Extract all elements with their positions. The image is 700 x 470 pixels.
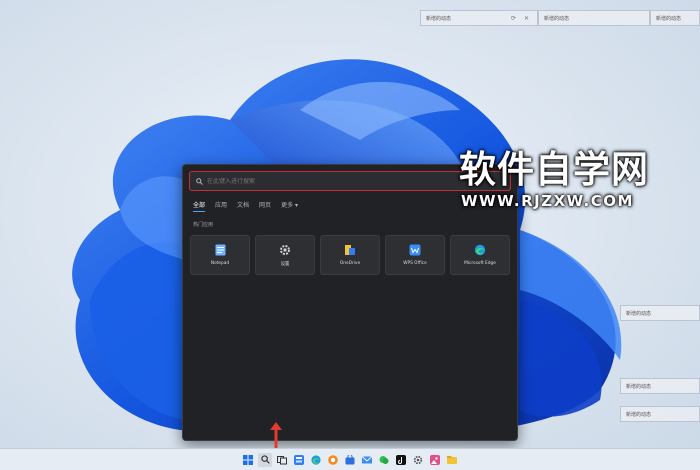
widget-card-side-1[interactable]: 新增的动态 bbox=[620, 305, 700, 321]
store-icon[interactable] bbox=[343, 453, 357, 467]
app-tile-wps-office[interactable]: WPS Office bbox=[385, 235, 445, 275]
chat-icon[interactable] bbox=[377, 453, 391, 467]
tab-apps[interactable]: 应用 bbox=[215, 200, 227, 212]
taskbar bbox=[0, 448, 700, 470]
widget-tools-icon[interactable]: ⟳ ✕ bbox=[511, 15, 532, 22]
search-icon bbox=[196, 177, 203, 185]
notepad-icon bbox=[214, 244, 226, 256]
tab-web[interactable]: 网页 bbox=[259, 200, 271, 212]
tiktok-icon[interactable] bbox=[394, 453, 408, 467]
widget-card-2[interactable]: 新增的动态 bbox=[538, 10, 650, 26]
watermark-title: 软件自学网 bbox=[459, 148, 649, 191]
onedrive-icon bbox=[344, 244, 356, 256]
widgets-icon[interactable] bbox=[292, 453, 306, 467]
app-label: OneDrive bbox=[339, 261, 361, 266]
app-label: 设置 bbox=[280, 261, 290, 267]
search-icon[interactable] bbox=[258, 452, 272, 467]
edge-icon bbox=[474, 244, 486, 256]
widget-label: 新增的动态 bbox=[626, 411, 652, 418]
widget-label: 新增的动态 bbox=[544, 15, 570, 22]
widget-card-side-3[interactable]: 新增的动态 bbox=[620, 406, 700, 422]
widget-card-side-2[interactable]: 新增的动态 bbox=[620, 378, 700, 394]
widget-card-1[interactable]: 新增的动态 ⟳ ✕ bbox=[420, 10, 538, 26]
app-label: Microsoft Edge bbox=[464, 261, 496, 266]
widget-label: 新增的动态 bbox=[626, 383, 652, 390]
task-view-icon[interactable] bbox=[275, 453, 289, 467]
mail-icon[interactable] bbox=[360, 453, 374, 467]
search-input[interactable] bbox=[207, 177, 487, 185]
app-tile-notepad[interactable]: Notepad bbox=[190, 235, 250, 275]
windows-start-icon[interactable] bbox=[241, 453, 255, 467]
watermark-url: WWW.RJZXW.COM bbox=[461, 192, 634, 210]
tab-more[interactable]: 更多 ▾ bbox=[281, 200, 298, 212]
widget-label: 新增的动态 bbox=[626, 310, 652, 317]
settings-icon[interactable] bbox=[411, 453, 425, 467]
photos-icon[interactable] bbox=[428, 453, 442, 467]
files-icon[interactable] bbox=[445, 453, 459, 467]
tab-documents[interactable]: 文档 bbox=[237, 200, 249, 212]
app-label: Notepad bbox=[210, 261, 230, 266]
edge-icon[interactable] bbox=[309, 453, 323, 467]
app-tile-settings[interactable]: 设置 bbox=[255, 235, 315, 275]
widget-card-3[interactable]: 新增的动态 bbox=[650, 10, 700, 26]
section-title: 热门应用 bbox=[193, 222, 214, 228]
browser-icon[interactable] bbox=[326, 453, 340, 467]
tab-all[interactable]: 全部 bbox=[193, 200, 206, 212]
settings-gear-icon bbox=[279, 244, 291, 256]
app-tile-onedrive[interactable]: OneDrive bbox=[320, 235, 380, 275]
app-label: WPS Office bbox=[403, 261, 427, 266]
widget-label: 新增的动态 bbox=[656, 15, 682, 22]
wps-office-icon bbox=[409, 244, 421, 256]
app-tile-edge[interactable]: Microsoft Edge bbox=[450, 235, 510, 275]
widget-label: 新增的动态 bbox=[426, 15, 452, 22]
app-grid: Notepad 设置 OneDrive WPS Office Microsoft… bbox=[190, 235, 510, 275]
search-tabs: 全部 应用 文档 网页 更多 ▾ bbox=[193, 200, 298, 212]
